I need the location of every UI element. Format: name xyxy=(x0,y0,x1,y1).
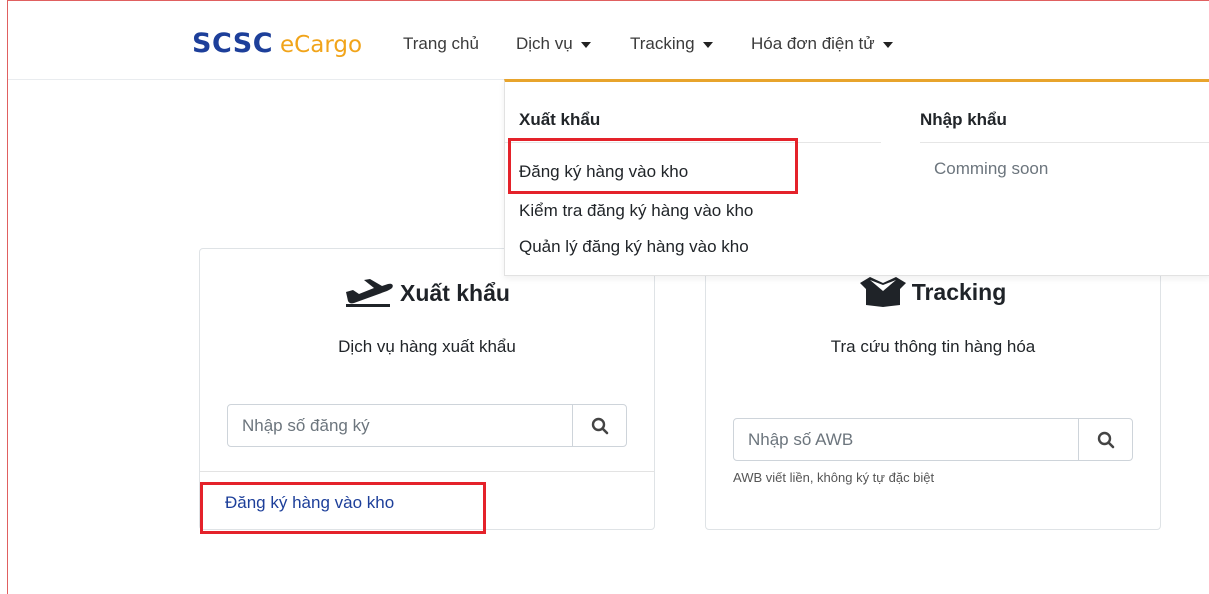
tracking-card-title-text: Tracking xyxy=(911,278,1007,305)
nav-einvoice-dropdown[interactable]: Hóa đơn điện tử xyxy=(751,34,893,54)
tracking-search-button[interactable] xyxy=(1078,419,1132,460)
export-card-footer-divider xyxy=(200,471,654,472)
export-card-title-text: Xuất khẩu xyxy=(400,279,510,306)
tracking-card-title: Tracking xyxy=(706,277,1160,307)
nav-einvoice-label: Hóa đơn điện tử xyxy=(751,34,875,53)
brand-scsc-text: SCSC xyxy=(192,28,274,59)
awb-number-input[interactable] xyxy=(734,419,1078,460)
caret-down-icon xyxy=(882,42,893,48)
nav-home-label: Trang chủ xyxy=(403,34,479,53)
dropdown-export-heading: Xuất khẩu xyxy=(519,110,601,129)
brand-ecargo-text: eCargo xyxy=(280,32,363,58)
nav-services-label: Dịch vụ xyxy=(516,34,573,53)
box-open-icon xyxy=(859,277,906,307)
frame-border-left xyxy=(7,0,8,594)
top-navbar xyxy=(8,1,1209,80)
plane-departure-icon xyxy=(346,279,393,307)
tracking-card: Tracking Tra cứu thông tin hàng hóa AWB … xyxy=(705,262,1161,530)
export-search-button[interactable] xyxy=(572,405,626,446)
registration-number-input[interactable] xyxy=(228,405,572,446)
nav-tracking-dropdown[interactable]: Tracking xyxy=(630,34,713,54)
dropdown-import-heading: Nhập khẩu xyxy=(920,110,1007,129)
services-mega-dropdown: Xuất khẩu Đăng ký hàng vào kho Kiểm tra … xyxy=(504,79,1209,276)
search-icon xyxy=(591,417,608,434)
export-card-title: Xuất khẩu xyxy=(200,279,654,307)
dropdown-export-divider xyxy=(505,142,881,143)
dropdown-item-manage-registration[interactable]: Quản lý đăng ký hàng vào kho xyxy=(519,237,749,257)
caret-down-icon xyxy=(580,42,591,48)
nav-tracking-label: Tracking xyxy=(630,34,695,53)
export-card: Xuất khẩu Dịch vụ hàng xuất khẩu Đăng ký… xyxy=(199,248,655,530)
brand-logo[interactable]: SCSC eCargo xyxy=(192,28,362,62)
search-icon xyxy=(1097,431,1114,448)
dropdown-item-register-goods[interactable]: Đăng ký hàng vào kho xyxy=(519,162,688,182)
tracking-card-subtitle: Tra cứu thông tin hàng hóa xyxy=(830,337,1036,356)
dropdown-import-divider xyxy=(920,142,1209,143)
register-goods-warehouse-link[interactable]: Đăng ký hàng vào kho xyxy=(225,493,394,513)
awb-input-hint: AWB viết liền, không ký tự đặc biệt xyxy=(733,470,935,485)
tracking-search-group xyxy=(733,418,1133,461)
nav-home-link[interactable]: Trang chủ xyxy=(403,34,479,54)
dropdown-item-check-registration[interactable]: Kiểm tra đăng ký hàng vào kho xyxy=(519,201,753,221)
nav-services-dropdown[interactable]: Dịch vụ xyxy=(516,34,591,54)
export-card-subtitle: Dịch vụ hàng xuất khẩu xyxy=(338,337,516,356)
export-search-group xyxy=(227,404,627,447)
caret-down-icon xyxy=(702,42,713,48)
dropdown-import-coming-soon: Comming soon xyxy=(934,159,1049,178)
